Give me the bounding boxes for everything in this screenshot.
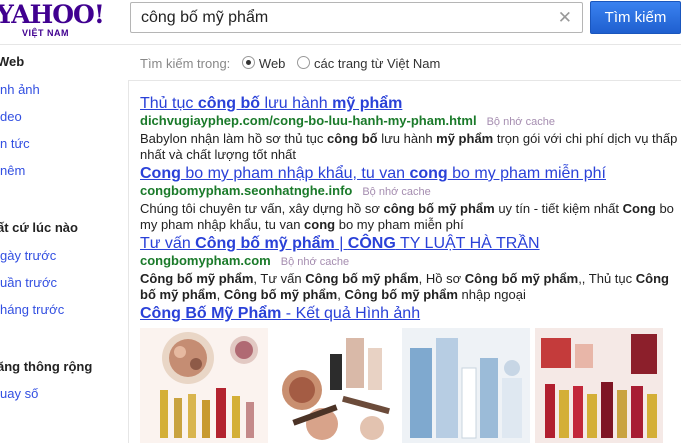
result-url[interactable]: dichvugiayphep.com/cong-bo-luu-hanh-my-p… — [140, 113, 680, 130]
result-snippet: Babylon nhận làm hồ sơ thủ tục công bố l… — [140, 131, 678, 162]
search-box: ✕ — [130, 2, 583, 33]
sidebar-time-label[interactable]: ất cứ lúc nào — [0, 220, 78, 235]
sidebar-item-dialup[interactable]: uay số — [0, 386, 38, 401]
search-button[interactable]: Tìm kiếm — [590, 1, 681, 34]
image-thumbnail[interactable] — [535, 328, 663, 443]
sidebar-item-past-month[interactable]: háng trước — [0, 302, 64, 317]
result-title[interactable]: Thủ tục công bố lưu hành mỹ phẩm — [140, 94, 680, 113]
search-input[interactable] — [131, 3, 561, 32]
filter-vn-label[interactable]: các trang từ Việt Nam — [314, 56, 440, 71]
sidebar-item-news[interactable]: n tức — [0, 136, 30, 151]
sidebar-item-more[interactable]: nêm — [0, 163, 25, 178]
filter-web-label[interactable]: Web — [259, 56, 286, 71]
image-thumbnail[interactable] — [140, 328, 268, 443]
image-results-title[interactable]: Công Bố Mỹ Phẩm - Kết quả Hình ảnh — [140, 305, 420, 323]
result-1: Thủ tục công bố lưu hành mỹ phẩm dichvug… — [140, 94, 680, 163]
cache-link[interactable]: Bộ nhớ cache — [281, 256, 349, 268]
cache-link[interactable]: Bộ nhớ cache — [362, 186, 430, 198]
left-rule — [128, 80, 129, 443]
logo-sub: VIỆT NAM — [22, 28, 70, 38]
filter-label: Tìm kiếm trong: — [140, 56, 231, 71]
image-thumbnail[interactable] — [402, 328, 530, 443]
clear-icon[interactable]: ✕ — [558, 9, 572, 26]
result-url[interactable]: congbomypham.com Bộ nhớ cache — [140, 253, 680, 270]
header-bar: YAHOO! VIỆT NAM ✕ Tìm kiếm — [0, 0, 681, 45]
yahoo-logo[interactable]: YAHOO! VIỆT NAM — [0, 0, 105, 39]
sidebar-ext-label[interactable]: ăng thông rộng — [0, 359, 92, 374]
result-url[interactable]: congbomypham.seonhatnghe.info Bộ nhớ cach… — [140, 183, 680, 200]
sidebar-item-images[interactable]: nh ảnh — [0, 82, 40, 97]
sidebar-item-past-week[interactable]: uần trước — [0, 275, 57, 290]
divider — [128, 80, 681, 81]
result-snippet: Chúng tôi chuyên tư vấn, xây dựng hồ sơ … — [140, 201, 674, 232]
sidebar-item-video[interactable]: deo — [0, 109, 22, 124]
sidebar-web-label[interactable]: Web — [0, 54, 24, 69]
sidebar-item-past-day[interactable]: gày trước — [0, 248, 56, 263]
logo-word: YAHOO! — [0, 0, 105, 29]
result-title[interactable]: Tư vấn Công bố mỹ phẩm | CÔNG TY LUẬT HÀ… — [140, 234, 680, 253]
image-thumbnail[interactable] — [272, 328, 398, 443]
radio-vietnam[interactable] — [297, 56, 311, 69]
search-filter-row: Tìm kiếm trong: Web các trang từ Việt Na… — [140, 56, 440, 71]
cache-link[interactable]: Bộ nhớ cache — [487, 116, 555, 128]
result-snippet: Công bố mỹ phẩm, Tư vấn Công bố mỹ phẩm,… — [140, 271, 669, 302]
result-3: Tư vấn Công bố mỹ phẩm | CÔNG TY LUẬT HÀ… — [140, 234, 680, 303]
result-2: Cong bo my pham nhập khẩu, tu van cong b… — [140, 164, 680, 233]
radio-web[interactable] — [241, 56, 255, 69]
result-title[interactable]: Cong bo my pham nhập khẩu, tu van cong b… — [140, 164, 680, 183]
